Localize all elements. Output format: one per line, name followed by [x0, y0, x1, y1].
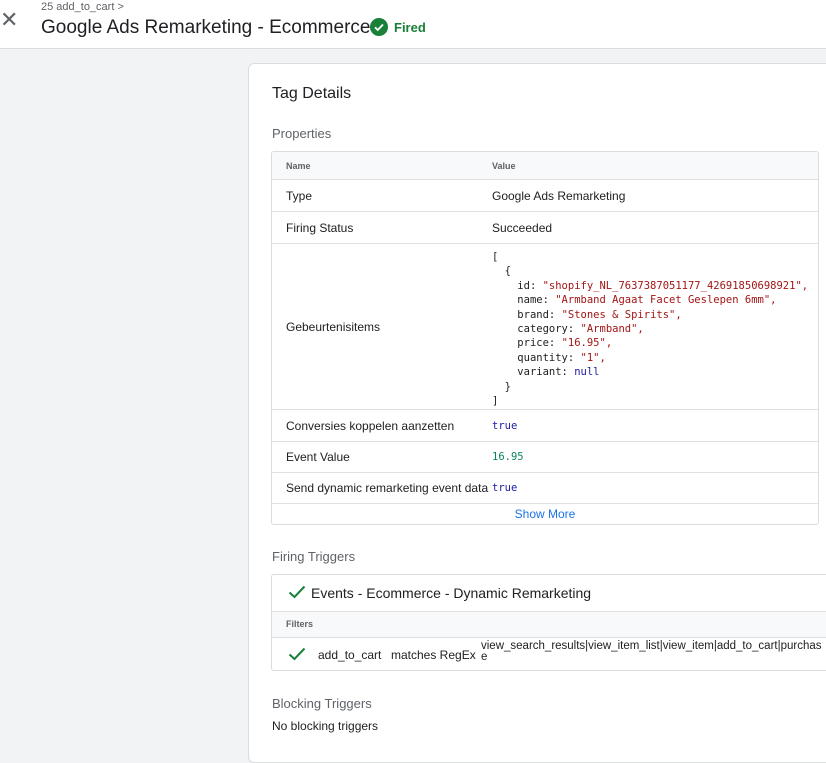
check-icon [288, 647, 306, 661]
check-icon [288, 585, 306, 599]
json-value: "Stones & Spirits", [561, 308, 682, 321]
status-badge: Fired [370, 18, 426, 36]
table-row: Event Value 16.95 [272, 441, 818, 472]
json-value: "shopify_NL_7637387051177_42691850698921… [542, 279, 809, 292]
table-row: Gebeurtenisitems [ { id: "shopify_NL_763… [272, 243, 818, 409]
property-value: true [492, 482, 518, 494]
table-row: Type Google Ads Remarketing [272, 179, 818, 211]
json-key: id: [517, 279, 537, 292]
property-value: Succeeded [492, 220, 553, 235]
property-value: Google Ads Remarketing [492, 188, 626, 203]
tag-details-card: Tag Details Properties Name Value Type G… [248, 63, 826, 763]
show-more-row: Show More [272, 503, 818, 524]
json-key: variant: [517, 366, 568, 379]
json-value: "1", [580, 351, 606, 364]
json-close-bracket: ] [492, 395, 499, 408]
filter-operator: matches RegEx [391, 648, 476, 662]
trigger-name: Events - Ecommerce - Dynamic Remarketing [311, 585, 592, 601]
column-header-name: Name [286, 160, 311, 171]
json-key: brand: [517, 308, 556, 321]
filter-variable: add_to_cart [318, 648, 382, 662]
json-key: name: [517, 294, 549, 307]
table-row: Send dynamic remarketing event data true [272, 472, 818, 503]
blocking-triggers-text: No blocking triggers [272, 719, 379, 733]
blocking-triggers-label: Blocking Triggers [272, 696, 372, 711]
close-icon[interactable]: ✕ [0, 9, 18, 31]
json-key: category: [517, 323, 575, 336]
json-value: null [574, 366, 600, 379]
json-value: "Armband", [580, 323, 644, 336]
page-title: Google Ads Remarketing - Ecommerce [41, 17, 371, 38]
table-row: Firing Status Succeeded [272, 211, 818, 243]
property-name: Type [286, 188, 313, 203]
status-label: Fired [394, 19, 426, 35]
property-name: Conversies koppelen aanzetten [286, 418, 455, 433]
properties-table: Name Value Type Google Ads Remarketing F… [271, 151, 819, 525]
app-header: ✕ 25 add_to_cart > Google Ads Remarketin… [0, 0, 826, 49]
json-key: quantity: [517, 351, 575, 364]
json-close-brace: } [504, 380, 511, 393]
filters-bar: Filters [272, 612, 826, 638]
property-name: Firing Status [286, 220, 354, 235]
json-open-bracket: [ [492, 251, 499, 263]
json-key: price: [517, 337, 556, 350]
json-value: "Armband Agaat Facet Geslepen 6mm", [555, 294, 777, 307]
filter-value: view_search_results|view_item_list|view_… [481, 640, 822, 663]
property-name: Event Value [286, 450, 350, 464]
property-value: 16.95 [492, 451, 524, 463]
trigger-header[interactable]: Events - Ecommerce - Dynamic Remarketing [272, 575, 826, 612]
check-circle-icon [370, 18, 388, 36]
filters-label: Filters [286, 619, 314, 629]
property-name: Gebeurtenisitems [286, 319, 381, 334]
table-header-row: Name Value [272, 152, 818, 179]
json-open-brace: { [504, 265, 511, 278]
property-name: Send dynamic remarketing event data [286, 481, 489, 495]
event-items-json: [ { id: "shopify_NL_7637387051177_426918… [492, 250, 808, 408]
properties-label: Properties [272, 126, 332, 141]
property-value: true [492, 419, 518, 432]
firing-triggers-label: Firing Triggers [272, 549, 356, 564]
card-title: Tag Details [272, 85, 352, 102]
show-more-link[interactable]: Show More [272, 507, 818, 521]
json-value: "16.95", [561, 337, 613, 350]
table-row: Conversies koppelen aanzetten true [272, 409, 818, 441]
firing-trigger-card: Events - Ecommerce - Dynamic Remarketing… [271, 574, 826, 671]
breadcrumb[interactable]: 25 add_to_cart > [41, 1, 124, 13]
column-header-value: Value [492, 160, 516, 171]
